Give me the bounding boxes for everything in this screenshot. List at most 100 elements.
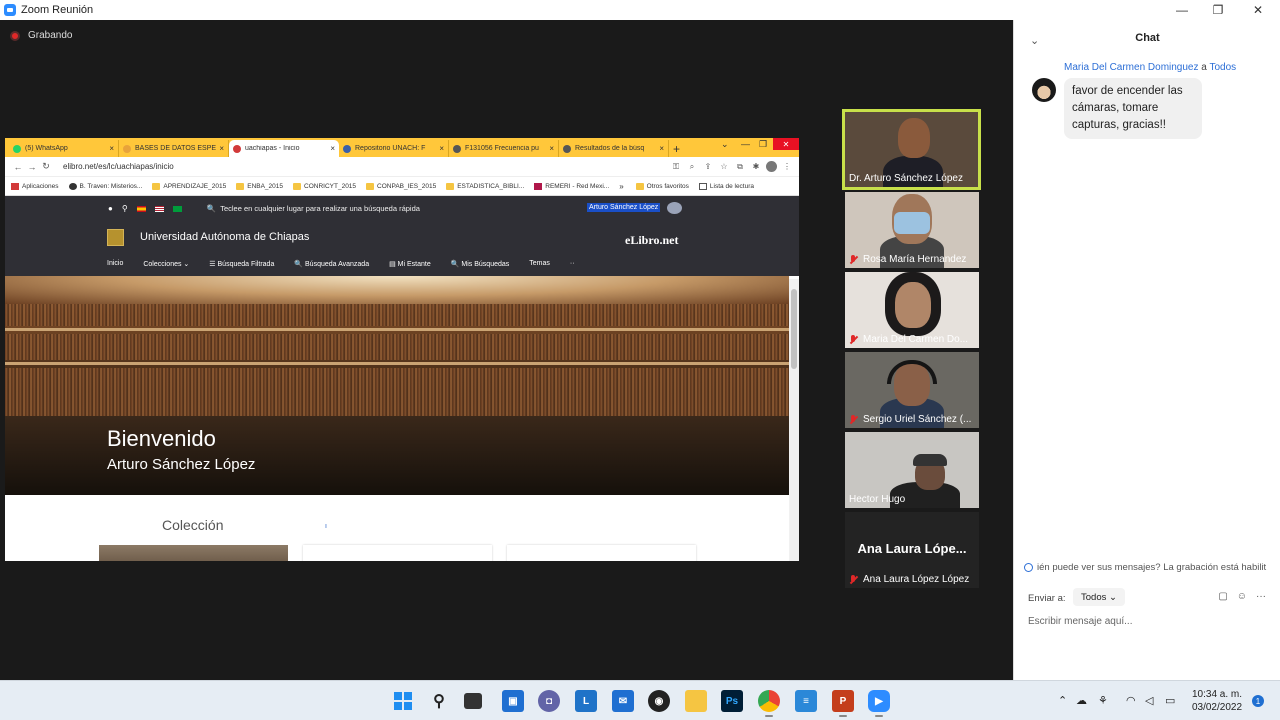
chat-message-input[interactable]: [1028, 616, 1268, 627]
volume-icon[interactable]: ◁: [1145, 694, 1153, 707]
tab-close-icon[interactable]: ×: [219, 144, 224, 153]
app-icon[interactable]: ◉: [648, 690, 670, 712]
more-icon[interactable]: ···: [1256, 591, 1266, 602]
tab-close-icon[interactable]: ×: [109, 144, 114, 153]
send-to-dropdown[interactable]: Todos ⌄: [1073, 588, 1125, 606]
bookmarks-more-icon[interactable]: »: [619, 182, 623, 191]
key-icon[interactable]: ⚿: [670, 162, 682, 172]
reload-icon[interactable]: ↻: [39, 161, 53, 172]
usa-flag-icon[interactable]: [154, 205, 164, 212]
site-user-avatar[interactable]: [667, 202, 682, 214]
url-field[interactable]: elibro.net/es/lc/uachiapas/inicio: [63, 162, 666, 171]
tab-close-icon[interactable]: ×: [330, 144, 335, 153]
bookmark-item[interactable]: REMERI - Red Mexi...: [534, 182, 609, 190]
wifi-icon[interactable]: ◠: [1126, 694, 1136, 707]
collection-card[interactable]: [303, 545, 492, 561]
shared-screen-browser[interactable]: (5) WhatsApp × BASES DE DATOS ESPE × uac…: [5, 138, 799, 561]
browser-tab-active[interactable]: uachiapas - Inicio ×: [229, 140, 339, 157]
bookmark-apps[interactable]: Aplicaciones: [11, 182, 59, 190]
brazil-flag-icon[interactable]: [172, 205, 182, 212]
browser-minimize-icon[interactable]: —: [741, 139, 750, 149]
notification-badge[interactable]: 1: [1252, 695, 1264, 707]
participant-tile[interactable]: Hector Hugo: [845, 432, 979, 508]
tab-close-icon[interactable]: ×: [549, 144, 554, 153]
extension-icon[interactable]: ⧉: [734, 162, 746, 172]
site-user-name[interactable]: Arturo Sánchez López: [587, 203, 661, 212]
participant-tile-speaking[interactable]: Dr. Arturo Sánchez López: [842, 109, 981, 190]
lens-app-icon[interactable]: L: [575, 690, 597, 712]
menu-mis-busquedas[interactable]: 🔍 Mis Búsquedas: [451, 260, 510, 268]
mail-icon[interactable]: ✉: [612, 690, 634, 712]
photoshop-icon[interactable]: Ps: [721, 690, 743, 712]
tray-chevron-icon[interactable]: ⌃: [1058, 694, 1067, 707]
minimize-button[interactable]: —: [1164, 0, 1200, 20]
back-icon[interactable]: ←: [11, 162, 25, 172]
chrome-icon[interactable]: [758, 690, 780, 717]
bookmark-folder[interactable]: CONPAB_IES_2015: [366, 182, 436, 190]
zoom-icon[interactable]: ⌕: [686, 162, 698, 172]
browser-restore-icon[interactable]: ❐: [759, 139, 767, 150]
participant-tile[interactable]: Sergio Uriel Sánchez (...: [845, 352, 979, 428]
scrollbar-thumb[interactable]: [791, 289, 797, 369]
puzzle-icon[interactable]: ✱: [750, 162, 762, 171]
browser-tab[interactable]: (5) WhatsApp ×: [9, 140, 119, 157]
chat-recipient[interactable]: Todos: [1209, 62, 1236, 73]
recording-indicator[interactable]: Grabando: [10, 30, 72, 41]
tab-search-icon[interactable]: ⌄: [721, 139, 729, 150]
university-name[interactable]: Universidad Autónoma de Chiapas: [140, 231, 309, 243]
tab-close-icon[interactable]: ×: [439, 144, 444, 153]
browser-tab[interactable]: BASES DE DATOS ESPE ×: [119, 140, 229, 157]
chat-teams-icon[interactable]: ◘: [538, 690, 560, 712]
browser-tab[interactable]: Resultados de la búsq ×: [559, 140, 669, 157]
bookmark-folder[interactable]: ESTADISTICA_BIBLI...: [446, 182, 524, 190]
chat-sender[interactable]: Maria Del Carmen Dominguez: [1064, 62, 1199, 73]
profile-avatar[interactable]: [766, 161, 777, 172]
bookmark-folder[interactable]: APRENDIZAJE_2015: [152, 182, 226, 190]
elibro-brand[interactable]: eLibro.net: [625, 233, 678, 248]
menu-temas[interactable]: Temas: [529, 260, 550, 268]
browser-close-icon[interactable]: ✕: [773, 138, 799, 150]
emoji-icon[interactable]: ☺: [1237, 591, 1247, 602]
language-icon[interactable]: ⚘: [1098, 694, 1108, 707]
notepad-icon[interactable]: ≡: [795, 690, 817, 712]
search-icon[interactable]: ⚲: [428, 690, 450, 712]
menu-busqueda-avanzada[interactable]: 🔍 Búsqueda Avanzada: [294, 260, 369, 268]
page-scrollbar[interactable]: [789, 279, 799, 561]
maximize-button[interactable]: ❐: [1200, 0, 1236, 20]
start-icon[interactable]: [392, 690, 414, 712]
onedrive-icon[interactable]: ☁: [1076, 694, 1087, 707]
participant-tile-no-video[interactable]: Ana Laura Lópe... Ana Laura López López: [845, 512, 979, 588]
participant-tile[interactable]: Rosa María Hernandez: [845, 192, 979, 268]
quick-search-hint[interactable]: 🔍 Teclee en cualquier lugar para realiza…: [207, 204, 420, 213]
menu-inicio[interactable]: Inicio: [107, 260, 123, 268]
menu-colecciones[interactable]: Colecciones ⌄: [143, 260, 189, 268]
chat-privacy-notice[interactable]: ién puede ver sus mensajes? La grabación…: [1024, 562, 1274, 573]
file-explorer-icon[interactable]: [685, 690, 707, 712]
browser-tab[interactable]: F131056 Frecuencia pu ×: [449, 140, 559, 157]
menu-icon[interactable]: ⋮: [781, 162, 793, 171]
menu-mi-estante[interactable]: ▤ Mi Estante: [389, 260, 431, 268]
bookmark-item[interactable]: B. Traven: Misterios...: [68, 182, 142, 190]
star-icon[interactable]: ☆: [718, 162, 730, 171]
close-button[interactable]: ✕: [1240, 0, 1276, 20]
participant-tile[interactable]: Maria Del Carmen Do...: [845, 272, 979, 348]
forward-icon[interactable]: →: [25, 162, 39, 172]
task-view-icon[interactable]: [464, 693, 482, 709]
link-icon[interactable]: ⚲: [122, 204, 128, 213]
widgets-icon[interactable]: ▣: [502, 690, 524, 712]
spain-flag-icon[interactable]: [136, 205, 146, 212]
globe-icon[interactable]: ●: [108, 204, 113, 213]
tab-close-icon[interactable]: ×: [659, 144, 664, 153]
share-icon[interactable]: ⇪: [702, 162, 714, 171]
browser-tab[interactable]: Repositorio UNACH: F ×: [339, 140, 449, 157]
bookmark-folder[interactable]: CONRICYT_2015: [293, 182, 356, 190]
bookmark-reading-list[interactable]: Lista de lectura: [698, 182, 754, 190]
collection-card[interactable]: [507, 545, 696, 561]
new-tab-button[interactable]: +: [673, 140, 687, 157]
powerpoint-icon[interactable]: P: [832, 690, 854, 717]
battery-icon[interactable]: ▭: [1165, 694, 1175, 707]
menu-busqueda-filtrada[interactable]: ☰ Búsqueda Filtrada: [209, 260, 274, 268]
file-icon[interactable]: ▢: [1218, 591, 1227, 602]
bookmark-other-favorites[interactable]: Otros favoritos: [635, 182, 689, 190]
zoom-taskbar-icon[interactable]: ▶: [868, 690, 890, 717]
